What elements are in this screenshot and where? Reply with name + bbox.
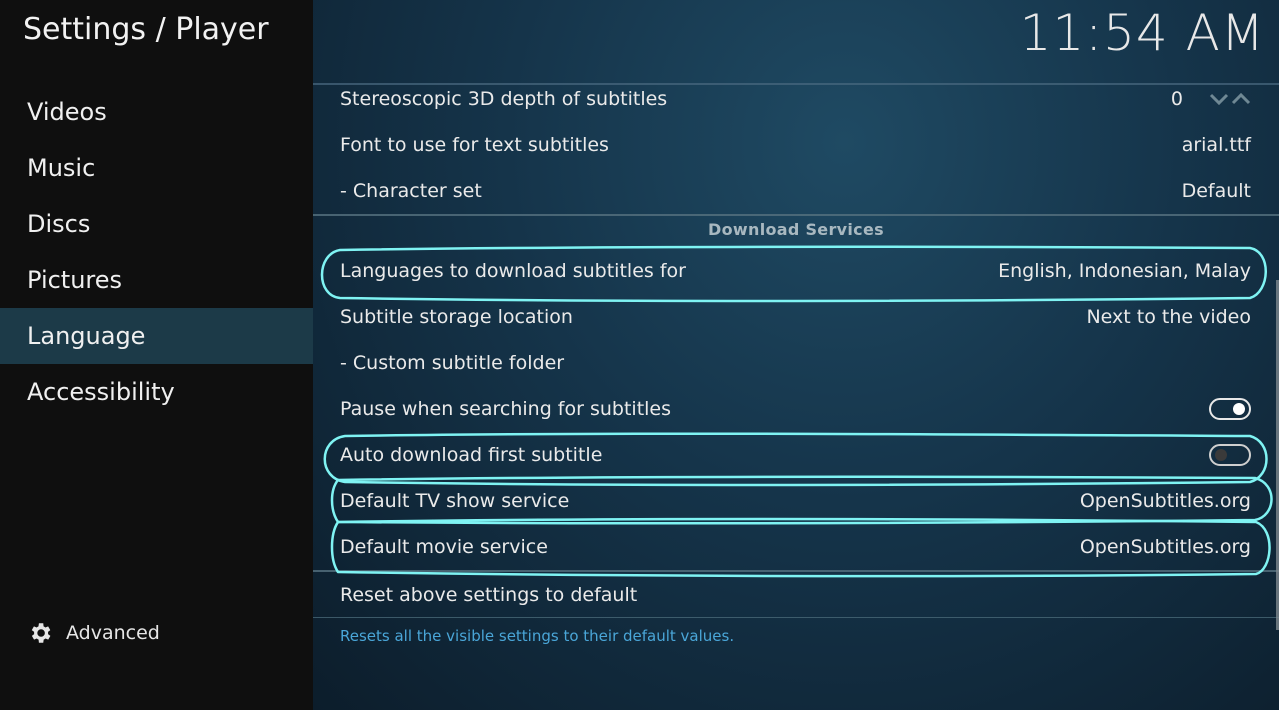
setting-value: 0 [1170, 88, 1183, 110]
setting-label: Stereoscopic 3D depth of subtitles [340, 88, 668, 110]
advanced-label: Advanced [66, 622, 160, 644]
gear-icon [31, 623, 51, 643]
setting-label: Subtitle storage location [340, 306, 573, 328]
clock: 11:54 AM [1019, 4, 1265, 62]
sidebar-nav: Videos Music Discs Pictures Language Acc… [0, 84, 313, 420]
setting-label: Default TV show service [340, 490, 570, 512]
settings-panel: 11:54 AM Stereoscopic 3D depth of subtit… [313, 0, 1279, 710]
setting-movie-service[interactable]: Default movie service OpenSubtitles.org [313, 524, 1279, 570]
setting-storage-location[interactable]: Subtitle storage location Next to the vi… [313, 294, 1279, 340]
setting-font[interactable]: Font to use for text subtitles arial.ttf [313, 122, 1279, 168]
setting-value: OpenSubtitles.org [1079, 536, 1251, 558]
sidebar: Settings / Player Videos Music Discs Pic… [0, 0, 313, 710]
setting-label: Languages to download subtitles for [340, 260, 686, 282]
sidebar-item-language[interactable]: Language [0, 308, 313, 364]
chevron-up-icon[interactable] [1231, 93, 1251, 105]
setting-value: English, Indonesian, Malay [998, 260, 1251, 282]
setting-description: Resets all the visible settings to their… [340, 627, 735, 645]
setting-label: Font to use for text subtitles [340, 134, 609, 156]
advanced-button[interactable]: Advanced [27, 616, 160, 650]
sidebar-item-music[interactable]: Music [0, 140, 313, 196]
setting-value: OpenSubtitles.org [1079, 490, 1251, 512]
page-title: Settings / Player [23, 12, 269, 47]
sidebar-item-accessibility[interactable]: Accessibility [0, 364, 313, 420]
group-divider [313, 214, 1279, 216]
auto-download-toggle[interactable] [1209, 444, 1251, 466]
group-title: Download Services [708, 220, 884, 239]
setting-label: Reset above settings to default [340, 584, 638, 606]
setting-pause-search[interactable]: Pause when searching for subtitles [313, 386, 1279, 432]
setting-label: Pause when searching for subtitles [340, 398, 672, 420]
description-divider [313, 617, 1279, 618]
setting-character-set[interactable]: - Character set Default [313, 168, 1279, 214]
setting-tv-service[interactable]: Default TV show service OpenSubtitles.or… [313, 478, 1279, 524]
setting-value: arial.ttf [1181, 134, 1251, 156]
setting-stereo-depth[interactable]: Stereoscopic 3D depth of subtitles 0 [313, 76, 1279, 122]
setting-label: Auto download first subtitle [340, 444, 603, 466]
sidebar-item-pictures[interactable]: Pictures [0, 252, 313, 308]
setting-languages[interactable]: Languages to download subtitles for Engl… [313, 248, 1279, 294]
chevron-down-icon[interactable] [1209, 93, 1229, 105]
setting-value: Next to the video [1086, 306, 1251, 328]
sidebar-item-videos[interactable]: Videos [0, 84, 313, 140]
setting-custom-folder[interactable]: - Custom subtitle folder [313, 340, 1279, 386]
setting-label: Default movie service [340, 536, 548, 558]
setting-label: - Character set [340, 180, 482, 202]
pause-search-toggle[interactable] [1209, 398, 1251, 420]
setting-label: - Custom subtitle folder [340, 352, 565, 374]
setting-value: Default [1181, 180, 1251, 202]
setting-auto-download[interactable]: Auto download first subtitle [313, 432, 1279, 478]
sidebar-item-discs[interactable]: Discs [0, 196, 313, 252]
reset-settings-button[interactable]: Reset above settings to default [313, 572, 1279, 618]
